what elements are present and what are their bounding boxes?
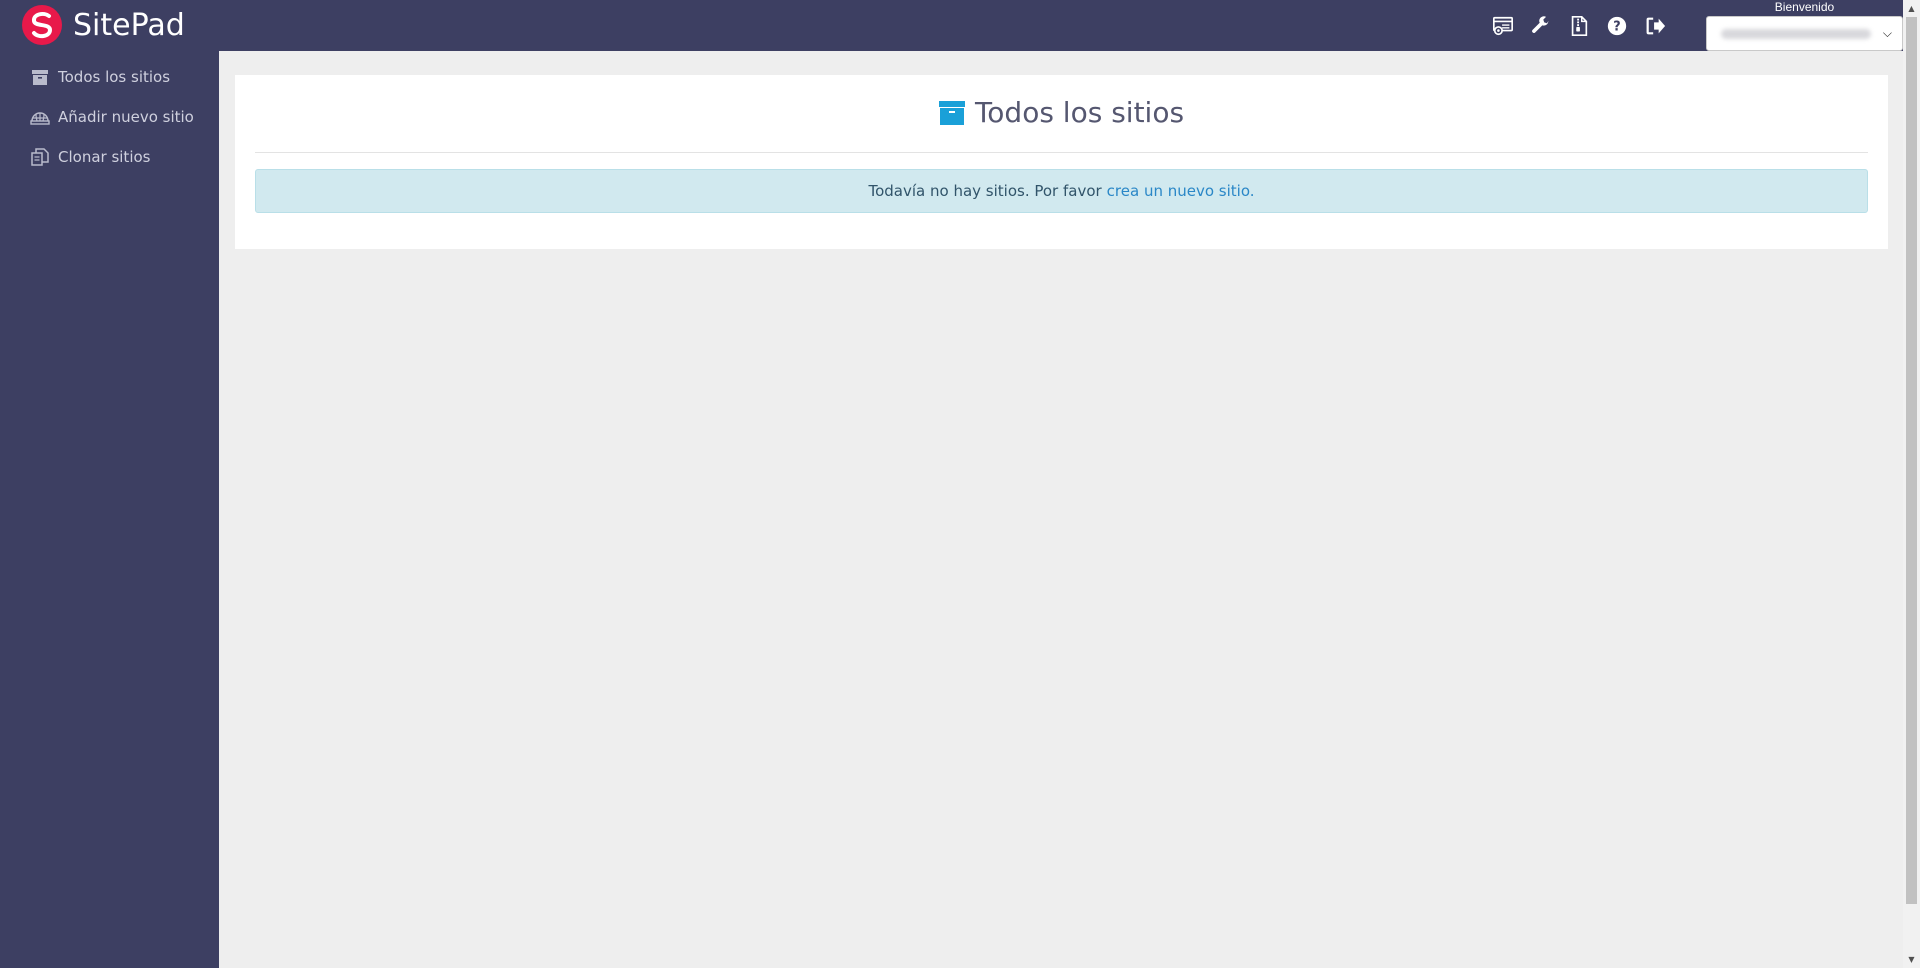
title-divider xyxy=(255,152,1868,153)
alert-text: Todavía no hay sitios. Por favor xyxy=(868,182,1102,200)
page-title: Todos los sitios xyxy=(235,96,1888,129)
sidebar-item-clone-sites[interactable]: Clonar sitios xyxy=(0,137,219,177)
welcome-label: Bienvenido xyxy=(1774,0,1835,14)
scroll-down-arrow-icon[interactable]: ▼ xyxy=(1903,951,1920,968)
clone-icon xyxy=(30,147,50,167)
sidebar-item-label: Clonar sitios xyxy=(58,148,151,166)
scroll-up-arrow-icon[interactable]: ▲ xyxy=(1903,0,1920,17)
archive-icon xyxy=(30,67,50,87)
logout-icon[interactable] xyxy=(1643,14,1667,38)
help-icon[interactable]: ? xyxy=(1605,14,1629,38)
header-toolbar: ? xyxy=(1491,14,1667,38)
sidebar-item-all-sites[interactable]: Todos los sitios xyxy=(0,57,219,97)
obscured-username xyxy=(1721,28,1871,39)
sidebar-item-add-site[interactable]: Añadir nuevo sitio xyxy=(0,97,219,137)
scroll-thumb[interactable] xyxy=(1906,17,1917,904)
globe-icon xyxy=(30,107,50,127)
sitepad-logo-icon xyxy=(22,5,62,45)
wrench-icon[interactable] xyxy=(1529,14,1553,38)
page-title-text: Todos los sitios xyxy=(974,96,1185,129)
archive-icon xyxy=(938,100,965,126)
top-navbar: SitePad ? Bienvenido ⌵ xyxy=(0,0,1903,51)
website-settings-icon[interactable] xyxy=(1491,14,1515,38)
file-archive-icon[interactable] xyxy=(1567,14,1591,38)
app-logo[interactable]: SitePad xyxy=(20,4,185,46)
sidebar: Todos los sitios Añadir nuevo sitio Clon… xyxy=(0,51,219,968)
user-account-select[interactable]: ⌵ xyxy=(1706,16,1903,51)
main-panel: Todos los sitios Todavía no hay sitios. … xyxy=(235,75,1888,249)
create-new-site-link[interactable]: crea un nuevo sitio. xyxy=(1107,182,1255,200)
page-scrollbar[interactable]: ▲ ▼ xyxy=(1903,0,1920,968)
app-name: SitePad xyxy=(73,7,185,43)
sidebar-item-label: Todos los sitios xyxy=(58,68,171,86)
chevron-down-icon: ⌵ xyxy=(1882,26,1892,40)
svg-text:?: ? xyxy=(1613,20,1620,35)
sidebar-item-label: Añadir nuevo sitio xyxy=(58,108,194,126)
empty-sites-alert: Todavía no hay sitios. Por favor crea un… xyxy=(255,169,1868,213)
